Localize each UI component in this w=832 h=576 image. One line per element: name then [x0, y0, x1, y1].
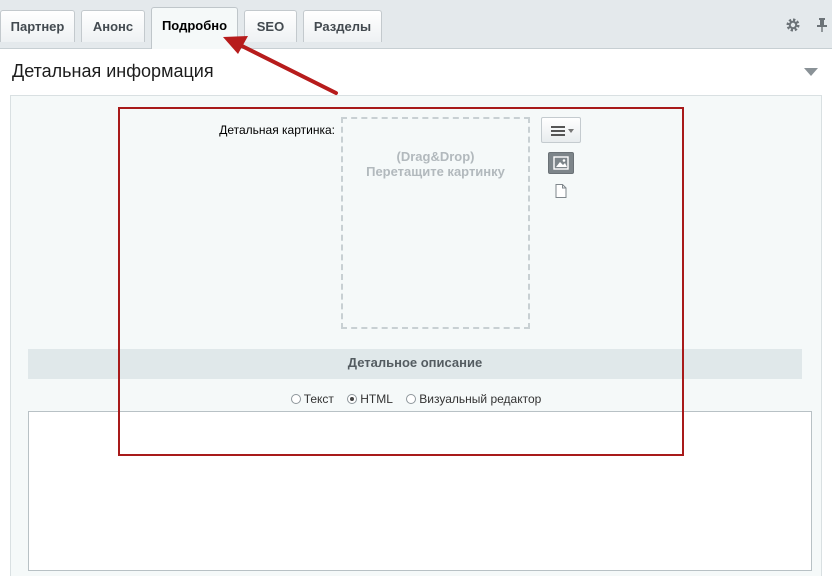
radio-unchecked-icon: [406, 393, 417, 404]
tab-announce[interactable]: Анонс: [81, 10, 145, 42]
dropzone-hint: (Drag&Drop): [396, 149, 475, 164]
image-button[interactable]: [548, 152, 574, 174]
radio-checked-icon: [347, 393, 358, 404]
radio-unchecked-icon: [290, 393, 301, 404]
image-dropzone[interactable]: (Drag&Drop) Перетащите картинку: [341, 117, 530, 329]
tab-bar: Партнер Анонс Подробно SEO Разделы: [0, 0, 832, 49]
tab-seo[interactable]: SEO: [244, 10, 297, 42]
gear-icon[interactable]: [785, 17, 801, 33]
mode-text-label: Текст: [303, 391, 334, 406]
tab-sections[interactable]: Разделы: [303, 10, 382, 42]
mode-html-label: HTML: [360, 391, 393, 406]
description-editor[interactable]: [28, 411, 812, 571]
description-header: Детальное описание: [28, 349, 802, 379]
mode-text-radio[interactable]: Текст: [290, 391, 334, 406]
mode-html-radio[interactable]: HTML: [347, 392, 393, 406]
picture-menu-button[interactable]: [541, 117, 581, 143]
menu-icon: [551, 126, 574, 136]
section-title: Детальная информация: [12, 61, 214, 81]
description-mode-group: Текст HTML Визуальный редактор: [0, 391, 832, 406]
image-icon: [553, 156, 569, 170]
detail-picture-label: Детальная картинка:: [219, 123, 335, 137]
tab-details[interactable]: Подробно: [151, 7, 238, 49]
chevron-down-icon[interactable]: [803, 67, 819, 77]
pin-icon[interactable]: [814, 17, 830, 33]
mode-visual-radio[interactable]: Визуальный редактор: [406, 392, 541, 406]
tab-partner[interactable]: Партнер: [0, 10, 75, 42]
file-icon[interactable]: [555, 184, 567, 198]
mode-visual-label: Визуальный редактор: [419, 391, 542, 406]
dropzone-hint-text: Перетащите картинку: [366, 164, 505, 179]
